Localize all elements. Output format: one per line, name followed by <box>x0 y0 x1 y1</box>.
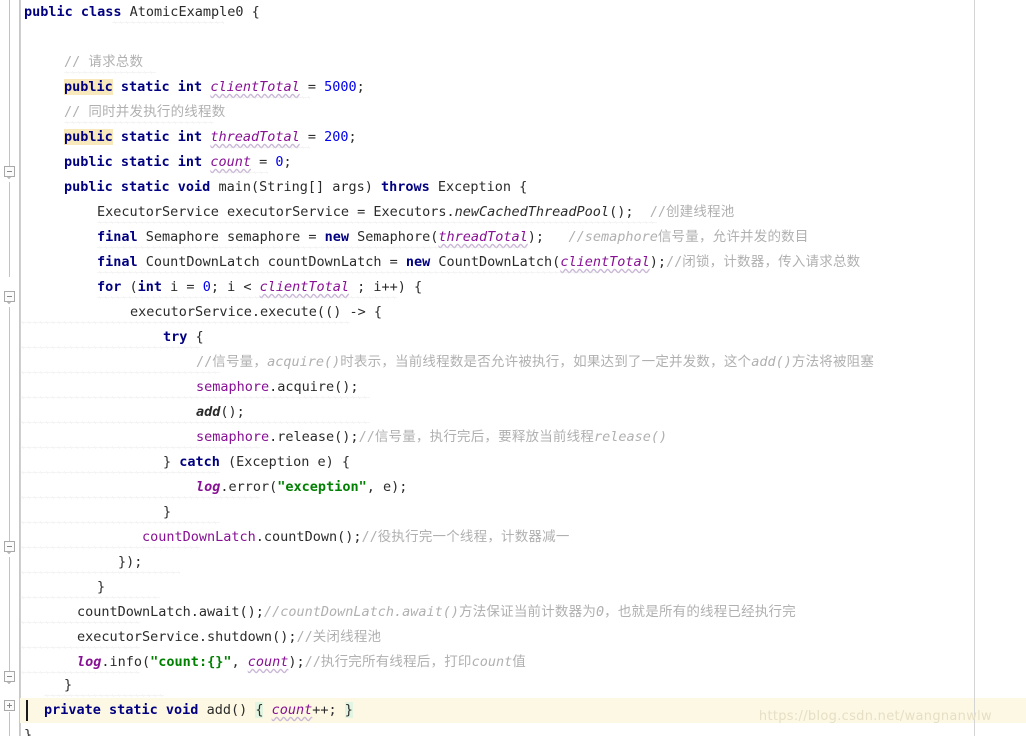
fold-region-line <box>9 712 10 736</box>
code-line-9[interactable]: ExecutorService executorService = Execut… <box>97 200 734 225</box>
code-line-16[interactable]: semaphore.acquire(); <box>20 375 370 400</box>
code-line-10[interactable]: final Semaphore semaphore = new Semaphor… <box>97 225 809 250</box>
code-line-20[interactable]: log.error("exception", e); <box>20 475 407 500</box>
code-line-17[interactable]: add(); <box>20 400 370 425</box>
watermark-text: https://blog.csdn.net/wangnanwlw <box>758 709 992 724</box>
code-line-13[interactable]: executorService.execute(() -> { <box>20 300 382 325</box>
code-line-12[interactable]: for (int i = 0; i < clientTotal ; i++) { <box>97 275 422 300</box>
code-editor[interactable]: public class AtomicExample0 { // 请求总数 pu… <box>0 0 1026 736</box>
fold-region-line <box>9 307 10 547</box>
fold-collapse-box-icon[interactable] <box>4 541 15 552</box>
code-line-26[interactable]: executorService.shutdown();//关闭线程池 <box>20 625 381 650</box>
code-line-5[interactable]: // 同时并发执行的线程数 <box>64 100 225 125</box>
fold-region-line <box>9 0 10 172</box>
code-line-18[interactable]: semaphore.release();//信号量，执行完后，要释放当前线程re… <box>20 425 667 450</box>
right-margin-guide <box>974 0 975 736</box>
code-line-23[interactable]: }); <box>20 550 180 575</box>
text-caret <box>26 700 28 721</box>
code-line-3[interactable]: // 请求总数 <box>64 50 156 75</box>
code-line-29[interactable]: private static void add() { count++; } <box>44 698 353 723</box>
fold-region-line <box>9 557 10 677</box>
fold-collapse-box-icon[interactable] <box>4 291 15 302</box>
code-line-19[interactable]: } catch (Exception e) { <box>20 450 350 475</box>
code-line-14[interactable]: try { <box>20 325 204 350</box>
code-line-1[interactable]: public class AtomicExample0 { <box>24 0 260 25</box>
fold-expand-box-icon[interactable] <box>4 700 15 711</box>
code-content[interactable]: public class AtomicExample0 { // 请求总数 pu… <box>20 0 1026 736</box>
editor-gutter[interactable] <box>0 0 21 736</box>
code-line-7[interactable]: public static int count = 0; <box>64 150 292 175</box>
code-line-6[interactable]: public static int threadTotal = 200; <box>64 125 357 150</box>
code-line-30[interactable]: } <box>24 723 32 736</box>
fold-region-line <box>9 182 10 277</box>
code-line-11[interactable]: final CountDownLatch countDownLatch = ne… <box>97 250 860 275</box>
fold-collapse-box-icon[interactable] <box>4 166 15 177</box>
code-line-21[interactable]: } <box>20 500 220 525</box>
code-line-4[interactable]: public static int clientTotal = 5000; <box>64 75 365 100</box>
code-line-8[interactable]: public static void main(String[] args) t… <box>64 175 527 200</box>
code-line-24[interactable]: } <box>20 575 160 600</box>
code-line-22[interactable]: countDownLatch.countDown();//役执行完一个线程，计数… <box>20 525 570 550</box>
code-line-27[interactable]: log.info("count:{}", count);//执行完所有线程后，打… <box>20 650 526 675</box>
code-line-25[interactable]: countDownLatch.await();//countDownLatch.… <box>20 600 796 625</box>
fold-collapse-box-icon[interactable] <box>4 671 15 682</box>
code-line-15[interactable]: //信号量，acquire()时表示，当前线程数是否允许被执行，如果达到了一定并… <box>20 350 874 375</box>
code-line-28[interactable]: } <box>44 673 164 698</box>
